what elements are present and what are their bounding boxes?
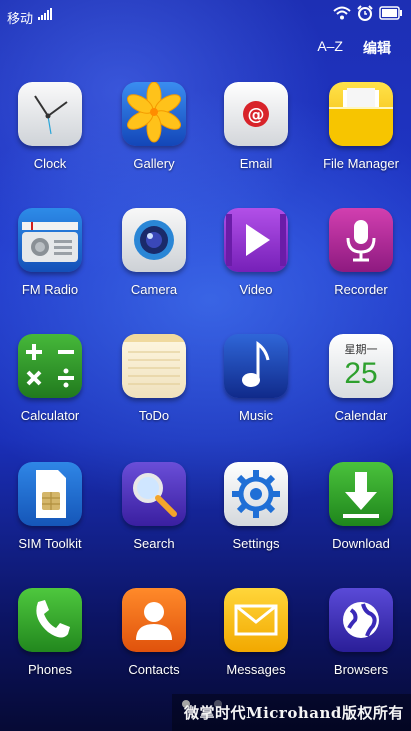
top-bar: A–Z 编辑 [317,38,391,58]
app-label: FM Radio [21,282,79,297]
app-file-manager[interactable]: File Manager [311,82,411,171]
app-label: Camera [130,282,178,297]
watermark: 微掌时代Microhand版权所有 [172,694,411,731]
contacts-icon [122,588,186,652]
wifi-icon [333,6,351,20]
settings-icon [224,462,288,526]
app-download[interactable]: Download [311,462,411,551]
calendar-icon: 星期一 25 [329,334,393,398]
alarm-icon [357,5,373,21]
app-fm-radio[interactable]: FM Radio [0,208,100,297]
browser-icon [329,588,393,652]
signal-icon [38,8,52,20]
app-gallery[interactable]: Gallery [104,82,204,171]
app-label: Email [239,156,273,171]
calendar-weekday: 星期一 [344,343,378,356]
app-label: Calendar [334,408,388,423]
music-icon [224,334,288,398]
app-messages[interactable]: Messages [206,588,306,677]
app-video[interactable]: Video [206,208,306,297]
app-contacts[interactable]: Contacts [104,588,204,677]
app-recorder[interactable]: Recorder [311,208,411,297]
app-clock[interactable]: Clock [0,82,100,171]
app-label: Search [133,536,175,551]
sort-a-z-button[interactable]: A–Z [317,38,343,58]
app-label: Clock [33,156,67,171]
gallery-icon [122,82,186,146]
video-icon [224,208,288,272]
app-label: Messages [226,662,286,677]
file-manager-icon [329,82,393,146]
app-todo[interactable]: ToDo [104,334,204,423]
svg-text:@: @ [248,105,265,125]
calendar-day: 25 [344,357,378,390]
camera-icon [122,208,186,272]
app-sim-toolkit[interactable]: SIM Toolkit [0,462,100,551]
app-email[interactable]: @ Email [206,82,306,171]
app-label: Contacts [128,662,180,677]
app-label: Recorder [334,282,388,297]
download-icon [329,462,393,526]
app-label: Calculator [20,408,80,423]
calculator-icon [18,334,82,398]
app-browsers[interactable]: Browsers [311,588,411,677]
app-label: Download [332,536,390,551]
app-camera[interactable]: Camera [104,208,204,297]
watermark-text: 微掌时代Microhand版权所有 [184,704,404,722]
edit-button[interactable]: 编辑 [363,38,391,58]
app-label: File Manager [323,156,399,171]
todo-icon [122,334,186,398]
app-label: Video [239,282,273,297]
app-label: Music [239,408,273,423]
app-phones[interactable]: Phones [0,588,100,677]
search-icon [122,462,186,526]
app-label: SIM Toolkit [18,536,82,551]
messages-icon [224,588,288,652]
app-label: Settings [232,536,280,551]
app-music[interactable]: Music [206,334,306,423]
battery-icon [379,6,402,20]
app-label: Phones [27,662,73,677]
app-settings[interactable]: Settings [206,462,306,551]
clock-icon [18,82,82,146]
app-label: Gallery [133,156,175,171]
recorder-icon [329,208,393,272]
app-label: ToDo [138,408,170,423]
fm-radio-icon [18,208,82,272]
app-calculator[interactable]: Calculator [0,334,100,423]
status-bar: 移动 [0,0,411,30]
app-search[interactable]: Search [104,462,204,551]
app-label: Browsers [333,662,389,677]
carrier-label: 移动 [7,12,34,27]
phone-icon [18,588,82,652]
email-icon: @ [224,82,288,146]
app-calendar[interactable]: 星期一 25 Calendar [311,334,411,423]
sim-toolkit-icon [18,462,82,526]
